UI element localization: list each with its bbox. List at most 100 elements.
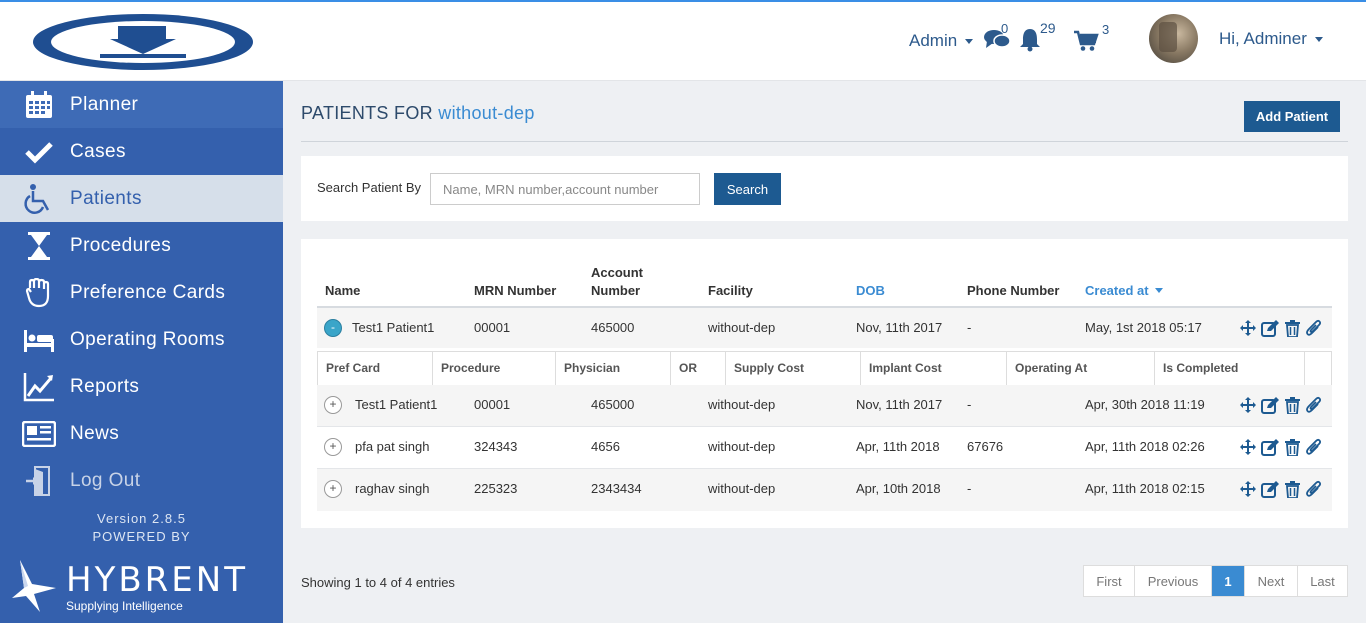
cell-created-at: Apr, 11th 2018 02:15	[1085, 481, 1205, 496]
collapse-row-button[interactable]: -	[324, 319, 342, 337]
table-row[interactable]: - Test1 Patient1 00001 465000 without-de…	[317, 306, 1332, 348]
cell-phone: -	[967, 397, 972, 412]
edit-icon[interactable]	[1261, 437, 1279, 457]
move-arrows-icon[interactable]	[1239, 479, 1257, 499]
created-at-label: Created at	[1085, 283, 1149, 298]
sidebar-item-label: Planner	[70, 93, 139, 115]
sub-column-or: OR	[671, 352, 726, 385]
search-input[interactable]	[430, 173, 700, 205]
user-menu[interactable]: Hi, Adminer	[1219, 29, 1323, 49]
paperclip-icon[interactable]	[1305, 479, 1323, 499]
sidebar-item-news[interactable]: News	[0, 410, 283, 457]
table-row[interactable]: + raghav singh 225323 2343434 without-de…	[317, 469, 1332, 511]
column-header-dob[interactable]: DOB	[856, 283, 885, 298]
table-row[interactable]: + pfa pat singh 324343 4656 without-dep …	[317, 427, 1332, 469]
cell-mrn: 324343	[474, 439, 518, 454]
move-arrows-icon[interactable]	[1239, 395, 1257, 415]
pagination-next[interactable]: Next	[1245, 566, 1298, 596]
cell-account: 2343434	[591, 481, 642, 496]
pagination-last[interactable]: Last	[1298, 566, 1347, 596]
sub-column-is-completed: Is Completed	[1155, 352, 1305, 385]
bed-icon	[22, 323, 56, 357]
expand-row-button[interactable]: +	[324, 480, 342, 498]
row-actions	[1239, 479, 1323, 499]
hybrent-brand: HYBRENT Supplying Intelligence	[10, 554, 270, 614]
sidebar-item-label: Operating Rooms	[70, 328, 225, 350]
paperclip-icon[interactable]	[1305, 437, 1323, 457]
top-header: Admin 0 29 3 Hi, Adminer	[0, 0, 1366, 81]
sub-column-implant-cost: Implant Cost	[861, 352, 1007, 385]
search-button[interactable]: Search	[714, 173, 781, 205]
column-header-phone[interactable]: Phone Number	[967, 283, 1059, 298]
trash-icon[interactable]	[1283, 395, 1301, 415]
sidebar-item-label: Reports	[70, 375, 140, 397]
cart-count: 3	[1102, 22, 1110, 37]
sidebar-item-operating-rooms[interactable]: Operating Rooms	[0, 316, 283, 363]
shopping-cart-icon[interactable]	[1073, 30, 1099, 52]
column-header-name[interactable]: Name	[325, 283, 360, 298]
edit-icon[interactable]	[1261, 479, 1279, 499]
edit-icon[interactable]	[1261, 318, 1279, 338]
pagination-page-1[interactable]: 1	[1212, 566, 1245, 596]
bell-icon[interactable]	[1018, 27, 1042, 52]
cell-phone: -	[967, 320, 972, 335]
table-row[interactable]: + Test1 Patient1 00001 465000 without-de…	[317, 385, 1332, 427]
cell-dob: Apr, 10th 2018	[856, 481, 941, 496]
version-text: Version 2.8.5	[97, 511, 186, 526]
chevron-down-icon	[1314, 36, 1323, 42]
messages-count: 0	[1001, 21, 1009, 36]
company-logo[interactable]	[30, 12, 256, 72]
cell-name: pfa pat singh	[355, 439, 430, 454]
sub-column-operating-at: Operating At	[1007, 352, 1155, 385]
trash-icon[interactable]	[1283, 437, 1301, 457]
avatar[interactable]	[1149, 14, 1198, 63]
trash-icon[interactable]	[1283, 479, 1301, 499]
expand-row-button[interactable]: +	[324, 396, 342, 414]
sidebar-item-patients[interactable]: Patients	[0, 175, 283, 222]
sidebar-item-procedures[interactable]: Procedures	[0, 222, 283, 269]
cell-facility: without-dep	[708, 397, 776, 412]
preference-cards-subtable-header: Pref Card Procedure Physician OR Supply …	[317, 351, 1332, 386]
cell-facility: without-dep	[708, 439, 776, 454]
cell-created-at: Apr, 30th 2018 11:19	[1085, 397, 1205, 412]
column-header-account-line1[interactable]: Account	[591, 265, 643, 280]
sidebar: Planner Cases Patients Procedures Prefer…	[0, 81, 283, 623]
sidebar-item-preference-cards[interactable]: Preference Cards	[0, 269, 283, 316]
add-patient-button[interactable]: Add Patient	[1244, 101, 1340, 132]
checkmark-icon	[22, 135, 56, 169]
page-title-prefix: PATIENTS FOR	[301, 103, 433, 123]
pagination-previous[interactable]: Previous	[1135, 566, 1212, 596]
column-header-created-at[interactable]: Created at	[1085, 283, 1163, 298]
cell-phone: -	[967, 481, 972, 496]
search-label: Search Patient By	[317, 180, 422, 195]
admin-menu[interactable]: Admin	[909, 31, 974, 51]
sidebar-item-label: Cases	[70, 140, 126, 162]
sidebar-item-reports[interactable]: Reports	[0, 363, 283, 410]
move-arrows-icon[interactable]	[1239, 437, 1257, 457]
sidebar-item-planner[interactable]: Planner	[0, 81, 283, 128]
cell-dob: Nov, 11th 2017	[856, 320, 943, 335]
trash-icon[interactable]	[1283, 318, 1301, 338]
sidebar-item-cases[interactable]: Cases	[0, 128, 283, 175]
version-info: Version 2.8.5 POWERED BY	[0, 510, 283, 546]
column-header-mrn[interactable]: MRN Number	[474, 283, 556, 298]
paperclip-icon[interactable]	[1305, 318, 1323, 338]
sub-column-supply-cost: Supply Cost	[726, 352, 861, 385]
column-header-facility[interactable]: Facility	[708, 283, 753, 298]
page-title: PATIENTS FOR without-dep	[301, 103, 535, 124]
wheelchair-icon	[22, 182, 56, 216]
search-panel: Search Patient By Search	[301, 156, 1348, 221]
edit-icon[interactable]	[1261, 395, 1279, 415]
pagination-first[interactable]: First	[1084, 566, 1135, 596]
cell-created-at: May, 1st 2018 05:17	[1085, 320, 1202, 335]
cell-mrn: 225323	[474, 481, 518, 496]
expand-row-button[interactable]: +	[324, 438, 342, 456]
paperclip-icon[interactable]	[1305, 395, 1323, 415]
sidebar-item-log-out[interactable]: Log Out	[0, 457, 283, 504]
cell-dob: Apr, 11th 2018	[856, 439, 940, 454]
column-header-account-line2[interactable]: Number	[591, 283, 640, 298]
cell-name: Test1 Patient1	[352, 320, 435, 335]
move-arrows-icon[interactable]	[1239, 318, 1257, 338]
row-actions	[1239, 395, 1323, 415]
cell-facility: without-dep	[708, 481, 776, 496]
